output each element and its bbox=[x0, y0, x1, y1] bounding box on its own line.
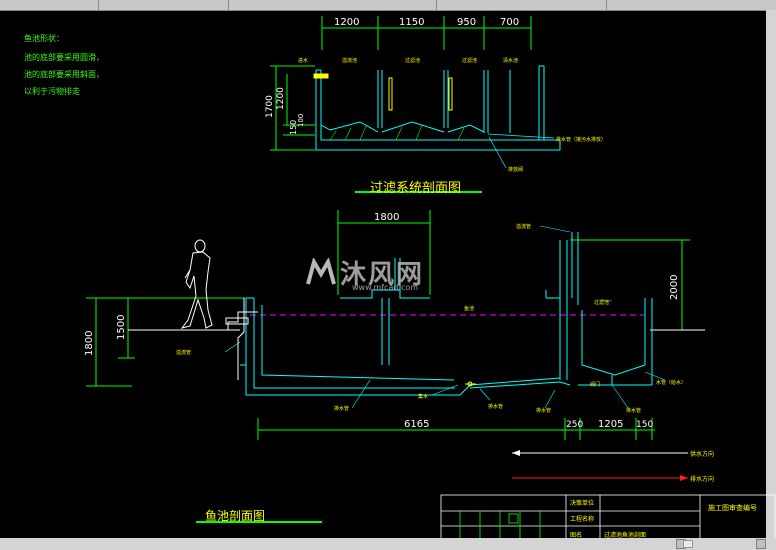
legend-white-label: 供水方向 bbox=[690, 450, 714, 458]
filter-dim-left-2: 1200 bbox=[276, 87, 286, 110]
note-line-1: 池的底部要采用圆滑， bbox=[24, 53, 104, 62]
person-figure bbox=[180, 239, 213, 329]
pond-label-filter: 过滤池 bbox=[594, 299, 609, 306]
filter-dim-3: 950 bbox=[457, 17, 476, 28]
pond-dim-left-1: 1800 bbox=[84, 331, 95, 356]
note-heading: 鱼池形状： bbox=[24, 34, 64, 43]
tb-row-2: 工程名称 bbox=[570, 515, 594, 523]
tb-project: 施工图审查编号 bbox=[708, 503, 757, 512]
pond-label-drain-bottom: 排水管 bbox=[536, 407, 551, 414]
pond-dim-left-2: 1500 bbox=[116, 315, 127, 340]
scrollbar-thumb[interactable] bbox=[683, 540, 693, 548]
flow-legend bbox=[512, 450, 688, 481]
filter-dim-left-1: 1700 bbox=[265, 95, 275, 118]
pond-dim-bottom-2: 250 bbox=[566, 420, 583, 430]
pond-label-pond: 鱼池 bbox=[464, 305, 474, 312]
filter-dim-2: 1150 bbox=[399, 17, 424, 28]
filter-dim-left-4: 100 bbox=[297, 114, 305, 127]
pond-section bbox=[86, 210, 705, 440]
filter-label-pipe: 排水管（接污水排放） bbox=[556, 136, 606, 143]
pond-label-sump: 集水 bbox=[418, 393, 428, 400]
legend-red-label: 排水方向 bbox=[690, 475, 714, 483]
pond-label-overflow-top: 溢流管 bbox=[516, 223, 531, 230]
svg-text:进水: 进水 bbox=[298, 57, 308, 64]
tb-row-1: 决策单位 bbox=[570, 499, 594, 507]
filter-section-title: 过滤系统剖面图 bbox=[370, 181, 462, 196]
pond-dim-bottom-1: 6165 bbox=[404, 419, 429, 430]
pond-dim-bottom-3: 1205 bbox=[598, 419, 623, 430]
filter-label-valve: 排放阀 bbox=[508, 166, 523, 173]
note-line-3: 以利于污物排走 bbox=[24, 87, 80, 96]
pond-label-drain-left: 排水管 bbox=[334, 405, 349, 412]
horizontal-scrollbar[interactable] bbox=[0, 538, 776, 550]
svg-text:溢流池: 溢流池 bbox=[342, 57, 357, 64]
filter-dim-1: 1200 bbox=[334, 17, 359, 28]
pond-label-overflow-left: 溢流管 bbox=[176, 349, 191, 356]
svg-text:清水池: 清水池 bbox=[503, 57, 518, 64]
pond-dim-bottom-4: 150 bbox=[636, 420, 653, 430]
scroll-right-button[interactable] bbox=[756, 539, 766, 549]
watermark-logo-icon bbox=[306, 258, 336, 285]
watermark-url: www.mfcad.com bbox=[352, 283, 419, 292]
pond-section-title: 鱼池剖面图 bbox=[205, 509, 266, 523]
filter-section bbox=[270, 16, 561, 169]
note-line-2: 池的底部要采用斜面， bbox=[24, 70, 104, 79]
svg-text:过滤池: 过滤池 bbox=[462, 57, 477, 64]
pond-label-drain-right: 排水管 bbox=[626, 407, 641, 414]
pond-dim-top: 1800 bbox=[374, 212, 399, 223]
pond-label-water-pipe: 水管（给水） bbox=[656, 379, 686, 386]
pond-dim-right: 2000 bbox=[669, 275, 680, 300]
pond-label-valve: 阀门 bbox=[590, 381, 600, 388]
svg-text:过滤池: 过滤池 bbox=[405, 57, 420, 64]
filter-dim-4: 700 bbox=[500, 17, 519, 28]
pond-label-drain-mid: 排水管 bbox=[488, 403, 503, 410]
